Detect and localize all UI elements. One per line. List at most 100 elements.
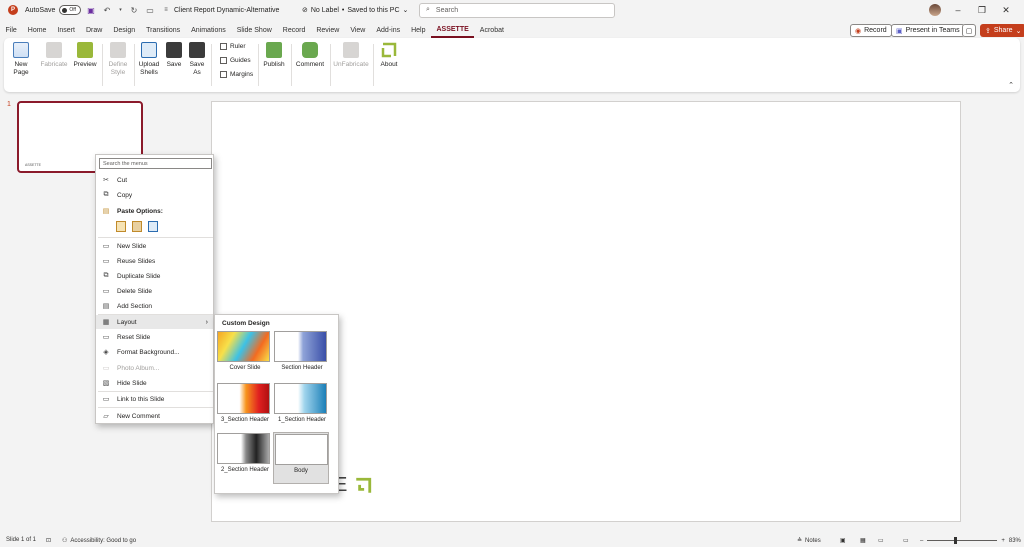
menu-item-new-slide[interactable]: ▭ New Slide — [96, 239, 213, 253]
slide-sorter-icon[interactable]: ▦ — [860, 537, 866, 544]
normal-view-icon[interactable]: ▣ — [840, 537, 846, 544]
menu-item-reset-slide[interactable]: ▭ Reset Slide — [96, 330, 213, 344]
menu-item-delete-slide[interactable]: ▭ Delete Slide — [96, 284, 213, 298]
tab-animations[interactable]: Animations — [186, 22, 232, 38]
zoom-out-icon[interactable]: – — [920, 538, 923, 544]
menu-item-cut[interactable]: ✂ Cut — [96, 173, 213, 187]
menu-item-paste-options: ▤ Paste Options: — [102, 207, 163, 216]
guides-checkbox[interactable]: Guides — [220, 57, 251, 64]
zoom-slider[interactable] — [927, 537, 998, 544]
reading-view-icon[interactable]: ▭ — [878, 537, 884, 544]
margins-checkbox[interactable]: Margins — [220, 71, 253, 78]
save-icon — [166, 42, 182, 58]
layout-3-section-header[interactable]: 3_Section Header — [217, 383, 273, 423]
layout-body[interactable]: Body — [273, 432, 329, 484]
spelling-icon[interactable]: ⊡ — [46, 537, 51, 544]
tab-transitions[interactable]: Transitions — [141, 22, 186, 38]
link-icon: ▭ — [102, 396, 110, 403]
publish-button[interactable]: Publish — [261, 42, 287, 69]
tab-insert[interactable]: Insert — [52, 22, 81, 38]
search-icon: ⌕ — [426, 6, 430, 13]
layout-cover-slide[interactable]: Cover Slide — [217, 331, 273, 371]
chevron-down-icon[interactable]: ⌄ — [403, 6, 409, 14]
tab-record[interactable]: Record — [277, 22, 311, 38]
menu-item-format-background[interactable]: ◈ Format Background... — [96, 345, 213, 359]
tab-home[interactable]: Home — [22, 22, 52, 38]
menu-item-reuse-slides[interactable]: ▭ Reuse Slides — [96, 254, 213, 268]
new-page-button[interactable]: New Page — [10, 42, 32, 77]
define-style-icon — [110, 42, 126, 58]
menu-item-add-section[interactable]: ▤ Add Section — [96, 299, 213, 313]
tab-acrobat[interactable]: Acrobat — [474, 22, 509, 38]
avatar[interactable] — [929, 4, 941, 16]
upload-shells-button[interactable]: Upload Shells — [137, 42, 161, 77]
tab-help[interactable]: Help — [406, 22, 431, 38]
close-icon[interactable]: ✕ — [994, 0, 1018, 20]
paste-text-only-icon[interactable] — [148, 221, 158, 232]
zoom-level[interactable]: 83% — [1009, 538, 1021, 544]
menu-item-hide-slide[interactable]: ▧ Hide Slide — [96, 376, 213, 390]
accessibility-status[interactable]: ⚇ Accessibility: Good to go — [62, 537, 136, 545]
save-as-button[interactable]: Save As — [187, 42, 207, 77]
menu-item-photo-album: ▭ Photo Album... — [102, 364, 160, 373]
preview-button[interactable]: Preview — [72, 42, 98, 69]
slide-number: 1 — [7, 101, 11, 108]
tab-assette[interactable]: ASSETTE — [431, 22, 475, 38]
document-title[interactable]: Client Report Dynamic-Alternative — [174, 0, 279, 20]
customize-quick-access-icon[interactable]: ≡ — [161, 5, 171, 15]
menu-search-input[interactable]: Search the menus — [99, 158, 212, 169]
layout-thumbnail — [217, 433, 270, 464]
label-status[interactable]: No Label — [311, 7, 339, 14]
autosave-label: AutoSave — [25, 6, 56, 14]
upload-icon — [141, 42, 157, 58]
status-bar: Slide 1 of 1 ⊡ ⚇ Accessibility: Good to … — [0, 536, 1024, 547]
search-box[interactable]: ⌕ Search — [419, 2, 615, 18]
layout-thumbnail — [217, 383, 270, 414]
paste-keep-source-icon[interactable] — [116, 221, 126, 232]
zoom-in-icon[interactable]: + — [1001, 538, 1005, 544]
layout-section-header[interactable]: Section Header — [274, 331, 330, 371]
ruler-checkbox[interactable]: Ruler — [220, 43, 246, 50]
menu-item-new-comment[interactable]: ▱ New Comment — [96, 409, 213, 423]
undo-icon[interactable]: ↶ — [102, 5, 112, 15]
menu-item-link-to-slide[interactable]: ▭ Link to this Slide — [96, 392, 213, 406]
zoom-slider-handle[interactable] — [954, 537, 958, 544]
undo-dropdown-icon[interactable]: ▾ — [118, 5, 123, 15]
tab-slide-show[interactable]: Slide Show — [231, 22, 277, 38]
notes-button[interactable]: ≙ Notes — [797, 537, 821, 545]
tab-draw[interactable]: Draw — [80, 22, 107, 38]
tab-design[interactable]: Design — [108, 22, 141, 38]
tab-add-ins[interactable]: Add-ins — [371, 22, 406, 38]
present-icon[interactable]: ▭ — [145, 5, 155, 15]
save-icon[interactable]: ▣ — [86, 5, 96, 15]
restore-icon[interactable]: ❐ — [970, 0, 994, 20]
collapse-ribbon-icon[interactable]: ⌃ — [1008, 81, 1014, 89]
slideshow-icon[interactable]: ▭ — [903, 537, 909, 544]
comments-button[interactable]: ▢ — [962, 24, 976, 37]
tab-review[interactable]: Review — [311, 22, 345, 38]
redo-icon[interactable]: ↻ — [129, 5, 139, 15]
present-in-teams-button[interactable]: ▣ Present in Teams — [891, 24, 965, 37]
paste-picture-icon[interactable] — [132, 221, 142, 232]
layout-2-section-header[interactable]: 2_Section Header — [217, 433, 273, 473]
tab-view[interactable]: View — [345, 22, 371, 38]
minimize-icon[interactable]: – — [946, 0, 970, 20]
tab-file[interactable]: File — [0, 22, 22, 38]
delete-slide-icon: ▭ — [102, 288, 110, 295]
save-button[interactable]: Save — [164, 42, 184, 69]
menu-item-layout[interactable]: ▦ Layout › — [96, 315, 213, 329]
fabricate-button[interactable]: Fabricate — [40, 42, 68, 69]
share-button[interactable]: ⇪ Share ⌄ — [980, 24, 1024, 37]
unfabricate-button[interactable]: UnFabricate — [333, 42, 369, 69]
about-button[interactable]: About — [376, 42, 402, 69]
menu-item-copy[interactable]: ⧉ Copy — [96, 188, 213, 202]
comment-button[interactable]: Comment — [294, 42, 326, 69]
save-status[interactable]: Saved to this PC — [347, 7, 399, 14]
record-button[interactable]: ◉ Record — [850, 24, 892, 37]
menu-item-duplicate-slide[interactable]: ⧉ Duplicate Slide — [96, 269, 213, 283]
autosave-toggle[interactable]: Off — [59, 5, 82, 15]
define-style-button[interactable]: Define Style — [106, 42, 130, 77]
reuse-slides-icon: ▭ — [102, 258, 110, 265]
comment-icon: ▢ — [965, 27, 973, 35]
layout-1-section-header[interactable]: 1_Section Header — [274, 383, 330, 423]
